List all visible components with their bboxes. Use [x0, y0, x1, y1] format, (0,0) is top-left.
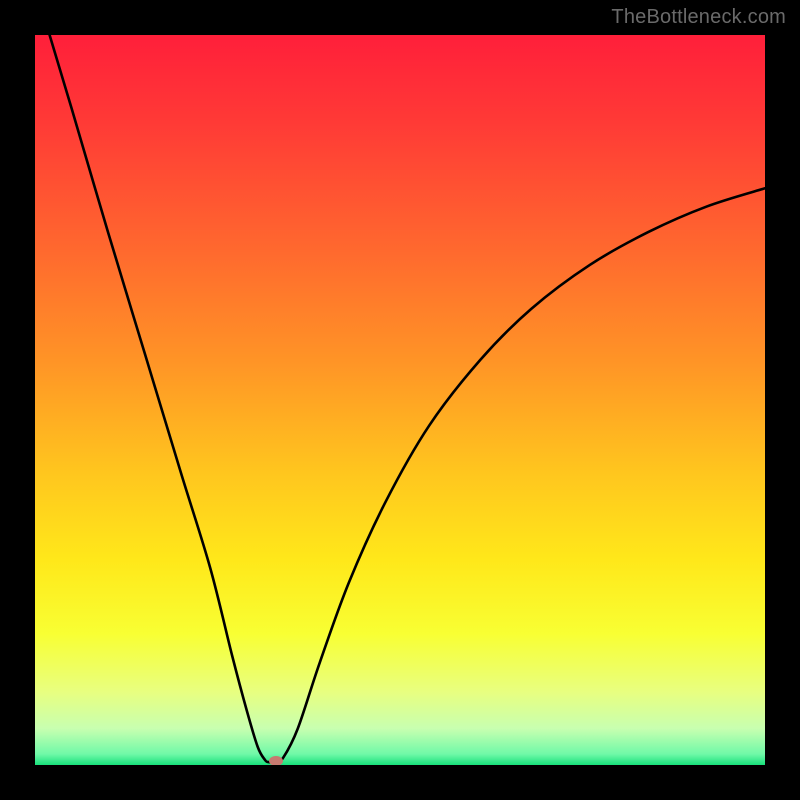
chart-frame: TheBottleneck.com [0, 0, 800, 800]
bottleneck-curve [35, 35, 765, 765]
optimum-marker [269, 756, 283, 765]
watermark-text: TheBottleneck.com [611, 6, 786, 29]
plot-area [35, 35, 765, 765]
